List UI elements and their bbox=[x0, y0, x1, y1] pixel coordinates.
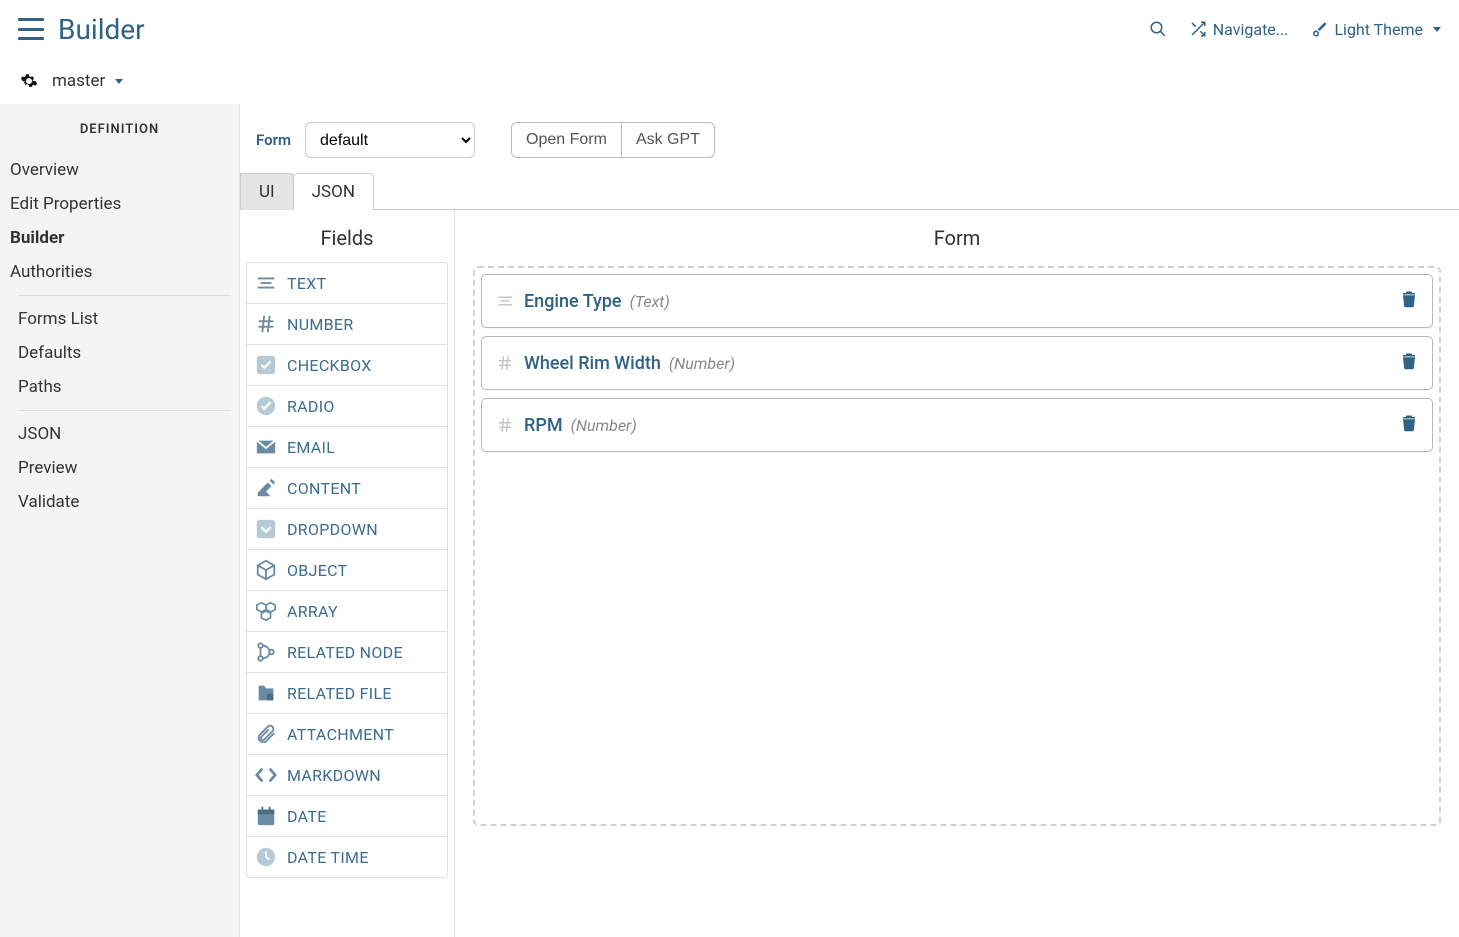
form-field-type: (Number) bbox=[669, 354, 735, 373]
relnode-icon bbox=[255, 641, 277, 663]
tab-ui[interactable]: UI bbox=[240, 173, 294, 210]
datetime-icon bbox=[255, 846, 277, 868]
number-icon bbox=[255, 313, 277, 335]
sidebar-item-preview[interactable]: Preview bbox=[10, 451, 239, 485]
field-type-related-file[interactable]: RELATED FILE bbox=[247, 673, 447, 714]
sidebar-item-edit-properties[interactable]: Edit Properties bbox=[10, 187, 239, 221]
field-type-email[interactable]: EMAIL bbox=[247, 427, 447, 468]
field-type-label: RELATED NODE bbox=[287, 643, 403, 662]
field-type-object[interactable]: OBJECT bbox=[247, 550, 447, 591]
attachment-icon bbox=[255, 723, 277, 745]
field-type-label: RADIO bbox=[287, 397, 335, 416]
form-label: Form bbox=[256, 131, 291, 149]
shuffle-icon bbox=[1189, 20, 1207, 38]
field-type-date[interactable]: DATE bbox=[247, 796, 447, 837]
grip-icon[interactable] bbox=[496, 290, 514, 312]
brush-icon bbox=[1310, 20, 1328, 38]
field-type-label: DROPDOWN bbox=[287, 520, 378, 539]
sidebar: DEFINITION OverviewEdit PropertiesBuilde… bbox=[0, 104, 240, 937]
field-type-related-node[interactable]: RELATED NODE bbox=[247, 632, 447, 673]
form-dropzone[interactable]: Engine Type (Text) Wheel Rim Width (Number)… bbox=[473, 266, 1441, 826]
form-field-type: (Text) bbox=[630, 292, 670, 311]
field-type-date-time[interactable]: DATE TIME bbox=[247, 837, 447, 877]
delete-field-button[interactable] bbox=[1400, 413, 1418, 437]
field-type-attachment[interactable]: ATTACHMENT bbox=[247, 714, 447, 755]
open-form-button[interactable]: Open Form bbox=[511, 122, 622, 158]
sidebar-item-json[interactable]: JSON bbox=[10, 417, 239, 451]
field-type-label: DATE bbox=[287, 807, 327, 826]
delete-field-button[interactable] bbox=[1400, 351, 1418, 375]
field-type-label: MARKDOWN bbox=[287, 766, 381, 785]
relfile-icon bbox=[255, 682, 277, 704]
form-field[interactable]: Engine Type (Text) bbox=[481, 274, 1433, 328]
field-type-label: ARRAY bbox=[287, 602, 338, 621]
gear-icon[interactable] bbox=[20, 72, 38, 90]
form-field-name: Wheel Rim Width bbox=[524, 353, 661, 374]
divider bbox=[18, 295, 231, 296]
form-field[interactable]: Wheel Rim Width (Number) bbox=[481, 336, 1433, 390]
branch-name-label: master bbox=[52, 71, 105, 91]
search-button[interactable] bbox=[1149, 20, 1167, 38]
form-heading: Form bbox=[473, 226, 1441, 250]
field-type-label: NUMBER bbox=[287, 315, 353, 334]
field-type-label: OBJECT bbox=[287, 561, 347, 580]
sidebar-item-paths[interactable]: Paths bbox=[10, 370, 239, 404]
field-type-label: ATTACHMENT bbox=[287, 725, 394, 744]
delete-field-button[interactable] bbox=[1400, 289, 1418, 313]
field-type-checkbox[interactable]: CHECKBOX bbox=[247, 345, 447, 386]
field-type-text[interactable]: TEXT bbox=[247, 263, 447, 304]
form-field[interactable]: RPM (Number) bbox=[481, 398, 1433, 452]
sidebar-item-defaults[interactable]: Defaults bbox=[10, 336, 239, 370]
sidebar-item-forms-list[interactable]: Forms List bbox=[10, 302, 239, 336]
grip-icon[interactable] bbox=[496, 414, 514, 436]
dropdown-icon bbox=[255, 518, 277, 540]
field-type-content[interactable]: CONTENT bbox=[247, 468, 447, 509]
object-icon bbox=[255, 559, 277, 581]
form-field-name: Engine Type bbox=[524, 291, 622, 312]
field-type-label: EMAIL bbox=[287, 438, 335, 457]
field-type-label: CONTENT bbox=[287, 479, 361, 498]
field-type-number[interactable]: NUMBER bbox=[247, 304, 447, 345]
field-type-array[interactable]: ARRAY bbox=[247, 591, 447, 632]
page-title: Builder bbox=[58, 13, 145, 46]
theme-dropdown[interactable]: Light Theme bbox=[1310, 20, 1441, 39]
form-select[interactable]: default bbox=[305, 122, 475, 158]
tab-json[interactable]: JSON bbox=[293, 173, 374, 210]
radio-icon bbox=[255, 395, 277, 417]
field-type-label: TEXT bbox=[287, 274, 326, 293]
field-type-markdown[interactable]: MARKDOWN bbox=[247, 755, 447, 796]
sidebar-item-authorities[interactable]: Authorities bbox=[10, 255, 239, 289]
search-icon bbox=[1149, 20, 1167, 38]
form-field-type: (Number) bbox=[571, 416, 637, 435]
date-icon bbox=[255, 805, 277, 827]
divider bbox=[18, 410, 231, 411]
form-field-name: RPM bbox=[524, 415, 563, 436]
text-icon bbox=[255, 272, 277, 294]
field-type-radio[interactable]: RADIO bbox=[247, 386, 447, 427]
sidebar-heading: DEFINITION bbox=[10, 122, 239, 137]
fields-heading: Fields bbox=[246, 226, 448, 250]
email-icon bbox=[255, 436, 277, 458]
navigate-button[interactable]: Navigate... bbox=[1189, 20, 1289, 39]
grip-icon[interactable] bbox=[496, 352, 514, 374]
sidebar-item-overview[interactable]: Overview bbox=[10, 153, 239, 187]
markdown-icon bbox=[255, 764, 277, 786]
field-type-label: CHECKBOX bbox=[287, 356, 372, 375]
field-type-dropdown[interactable]: DROPDOWN bbox=[247, 509, 447, 550]
menu-toggle-icon[interactable] bbox=[18, 18, 44, 40]
ask-gpt-button[interactable]: Ask GPT bbox=[622, 122, 715, 158]
checkbox-icon bbox=[255, 354, 277, 376]
sidebar-item-validate[interactable]: Validate bbox=[10, 485, 239, 519]
content-icon bbox=[255, 477, 277, 499]
field-type-label: DATE TIME bbox=[287, 848, 369, 867]
theme-label: Light Theme bbox=[1334, 20, 1423, 39]
field-type-label: RELATED FILE bbox=[287, 684, 392, 703]
navigate-label: Navigate... bbox=[1213, 20, 1289, 39]
sidebar-item-builder[interactable]: Builder bbox=[10, 221, 239, 255]
branch-dropdown[interactable]: master bbox=[52, 71, 123, 91]
array-icon bbox=[255, 600, 277, 622]
